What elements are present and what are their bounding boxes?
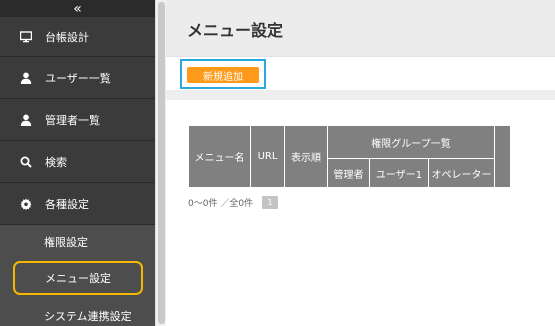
pagination: 0〜0件 ／全0件 1 — [188, 196, 279, 209]
column-header-menu-name[interactable]: メニュー名 — [188, 125, 251, 188]
divider-strip — [166, 90, 555, 100]
sidebar-subitem-permission-settings[interactable]: 権限設定 — [0, 225, 155, 259]
sidebar-collapse-button[interactable]: « — [0, 0, 155, 17]
sidebar-subitem-label: メニュー設定 — [45, 272, 111, 285]
sidebar-scrollbar[interactable] — [155, 0, 166, 326]
settings-submenu: 権限設定 メニュー設定 システム連携設定 — [0, 225, 155, 326]
active-item-highlight: メニュー設定 — [13, 261, 143, 295]
page-number-button[interactable]: 1 — [262, 196, 279, 209]
user-icon — [20, 114, 32, 126]
sidebar-item-label: 各種設定 — [45, 197, 89, 211]
sidebar-subitem-label: システム連携設定 — [44, 310, 132, 323]
sidebar-item-user-list[interactable]: ユーザー一覧 — [0, 57, 155, 99]
column-header-blank — [494, 125, 511, 188]
sidebar-item-label: 検索 — [45, 155, 67, 169]
user-icon — [20, 72, 32, 84]
sidebar-subitem-system-integration[interactable]: システム連携設定 — [0, 299, 155, 326]
menu-table: メニュー名 URL 表示順 権限グループ一覧 管理者 ユーザー1 オペレーター — [188, 125, 511, 188]
sidebar-item-label: ユーザー一覧 — [45, 71, 111, 85]
main-content: メニュー設定 新規追加 メニュー名 URL 表示順 権限グループ一覧 管理者 ユ… — [166, 0, 555, 326]
sidebar-subitem-menu-settings[interactable]: メニュー設定 — [0, 259, 155, 299]
sidebar-subitem-label: 権限設定 — [44, 236, 88, 249]
search-icon — [20, 156, 32, 168]
sidebar-item-admin-list[interactable]: 管理者一覧 — [0, 99, 155, 141]
column-header-operator[interactable]: オペレーター — [428, 158, 495, 188]
add-button-highlight: 新規追加 — [180, 59, 266, 89]
column-header-user1[interactable]: ユーザー1 — [369, 158, 429, 188]
column-header-url[interactable]: URL — [250, 125, 285, 188]
sidebar: « 台帳設計 ユーザー一覧 管理者一覧 検索 各種設定 権限設定 メニュー設定 … — [0, 0, 155, 326]
add-new-button[interactable]: 新規追加 — [187, 67, 259, 83]
column-header-admin[interactable]: 管理者 — [327, 158, 370, 188]
toolbar: 新規追加 — [166, 57, 555, 90]
sidebar-item-settings[interactable]: 各種設定 — [0, 183, 155, 225]
monitor-icon — [20, 30, 32, 43]
double-chevron-left-icon: « — [73, 0, 82, 17]
sidebar-item-search[interactable]: 検索 — [0, 141, 155, 183]
scrollbar-thumb[interactable] — [158, 2, 165, 324]
page-header: メニュー設定 — [166, 0, 555, 57]
pagination-summary: 0〜0件 ／全0件 — [188, 199, 254, 209]
page-title: メニュー設定 — [187, 21, 284, 40]
sidebar-item-ledger-design[interactable]: 台帳設計 — [0, 17, 155, 57]
content-area: メニュー名 URL 表示順 権限グループ一覧 管理者 ユーザー1 オペレーター … — [166, 90, 555, 326]
gear-icon — [20, 198, 32, 210]
sidebar-item-label: 台帳設計 — [45, 30, 89, 44]
column-group-header-permission-groups: 権限グループ一覧 — [327, 125, 495, 159]
column-header-display-order[interactable]: 表示順 — [284, 125, 328, 188]
sidebar-item-label: 管理者一覧 — [45, 113, 100, 127]
